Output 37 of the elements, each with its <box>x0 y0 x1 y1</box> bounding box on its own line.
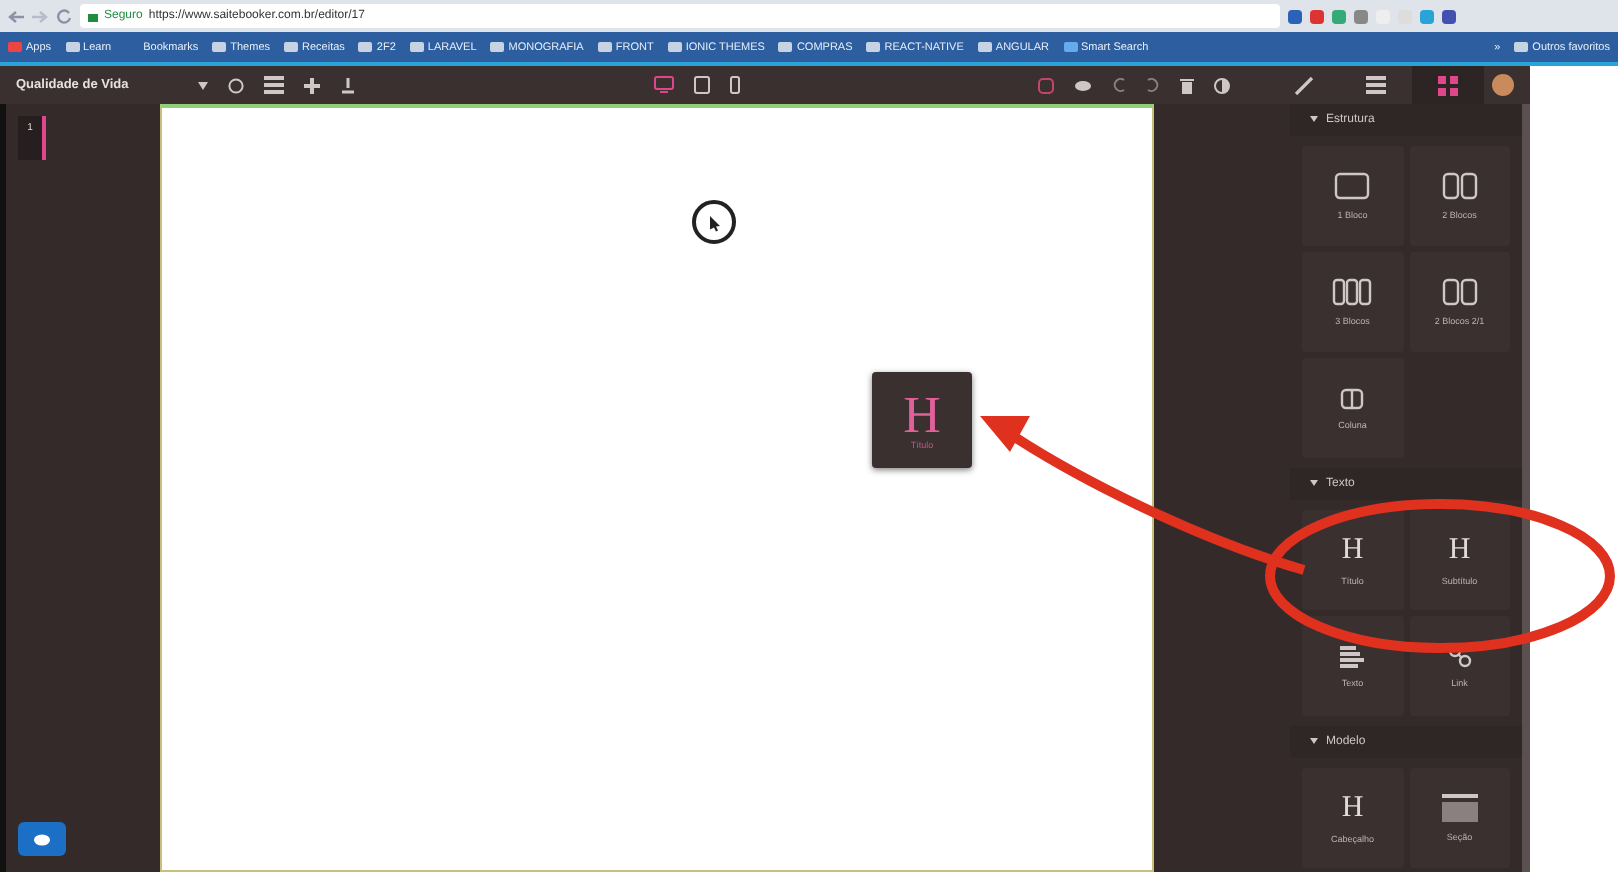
two-blocks-icon <box>1441 278 1478 306</box>
cursor-icon <box>690 198 738 246</box>
trash-icon[interactable] <box>1180 77 1194 93</box>
caret-icon <box>1310 480 1318 488</box>
desktop-icon[interactable] <box>654 76 674 94</box>
brush-icon <box>1294 75 1314 95</box>
redo-icon[interactable] <box>1146 78 1160 92</box>
grid-icon <box>1438 75 1458 95</box>
three-blocks-icon <box>1332 278 1373 306</box>
reload-icon[interactable] <box>56 8 72 24</box>
text-lines-icon <box>1340 645 1365 667</box>
single-block-icon <box>1334 172 1371 200</box>
heading-glyph: H <box>1341 535 1364 565</box>
record-icon[interactable] <box>1038 77 1054 93</box>
tablet-icon[interactable] <box>694 76 710 94</box>
lock-icon <box>88 10 98 22</box>
caret-icon <box>1310 738 1318 746</box>
plus-icon[interactable] <box>304 77 320 93</box>
download-icon[interactable] <box>340 77 356 93</box>
avatar[interactable] <box>1492 74 1514 96</box>
contrast-icon[interactable] <box>1214 77 1230 93</box>
caret-icon[interactable] <box>198 81 208 89</box>
chat-button[interactable] <box>18 822 66 856</box>
chat-icon <box>34 833 50 845</box>
column-icon <box>1340 387 1365 409</box>
caret-icon <box>1310 116 1318 124</box>
list-icon[interactable] <box>264 76 284 94</box>
phone-icon[interactable] <box>730 76 740 94</box>
undo-icon[interactable] <box>1112 78 1126 92</box>
grid-tab[interactable] <box>1412 66 1484 104</box>
two-blocks-icon <box>1441 172 1478 200</box>
section-icon <box>1439 794 1480 822</box>
heading-glyph: H <box>1341 793 1364 823</box>
heading-glyph: H <box>1448 535 1471 565</box>
eye-icon[interactable] <box>1074 79 1092 91</box>
back-icon[interactable] <box>8 9 24 23</box>
list-icon <box>1366 76 1386 94</box>
